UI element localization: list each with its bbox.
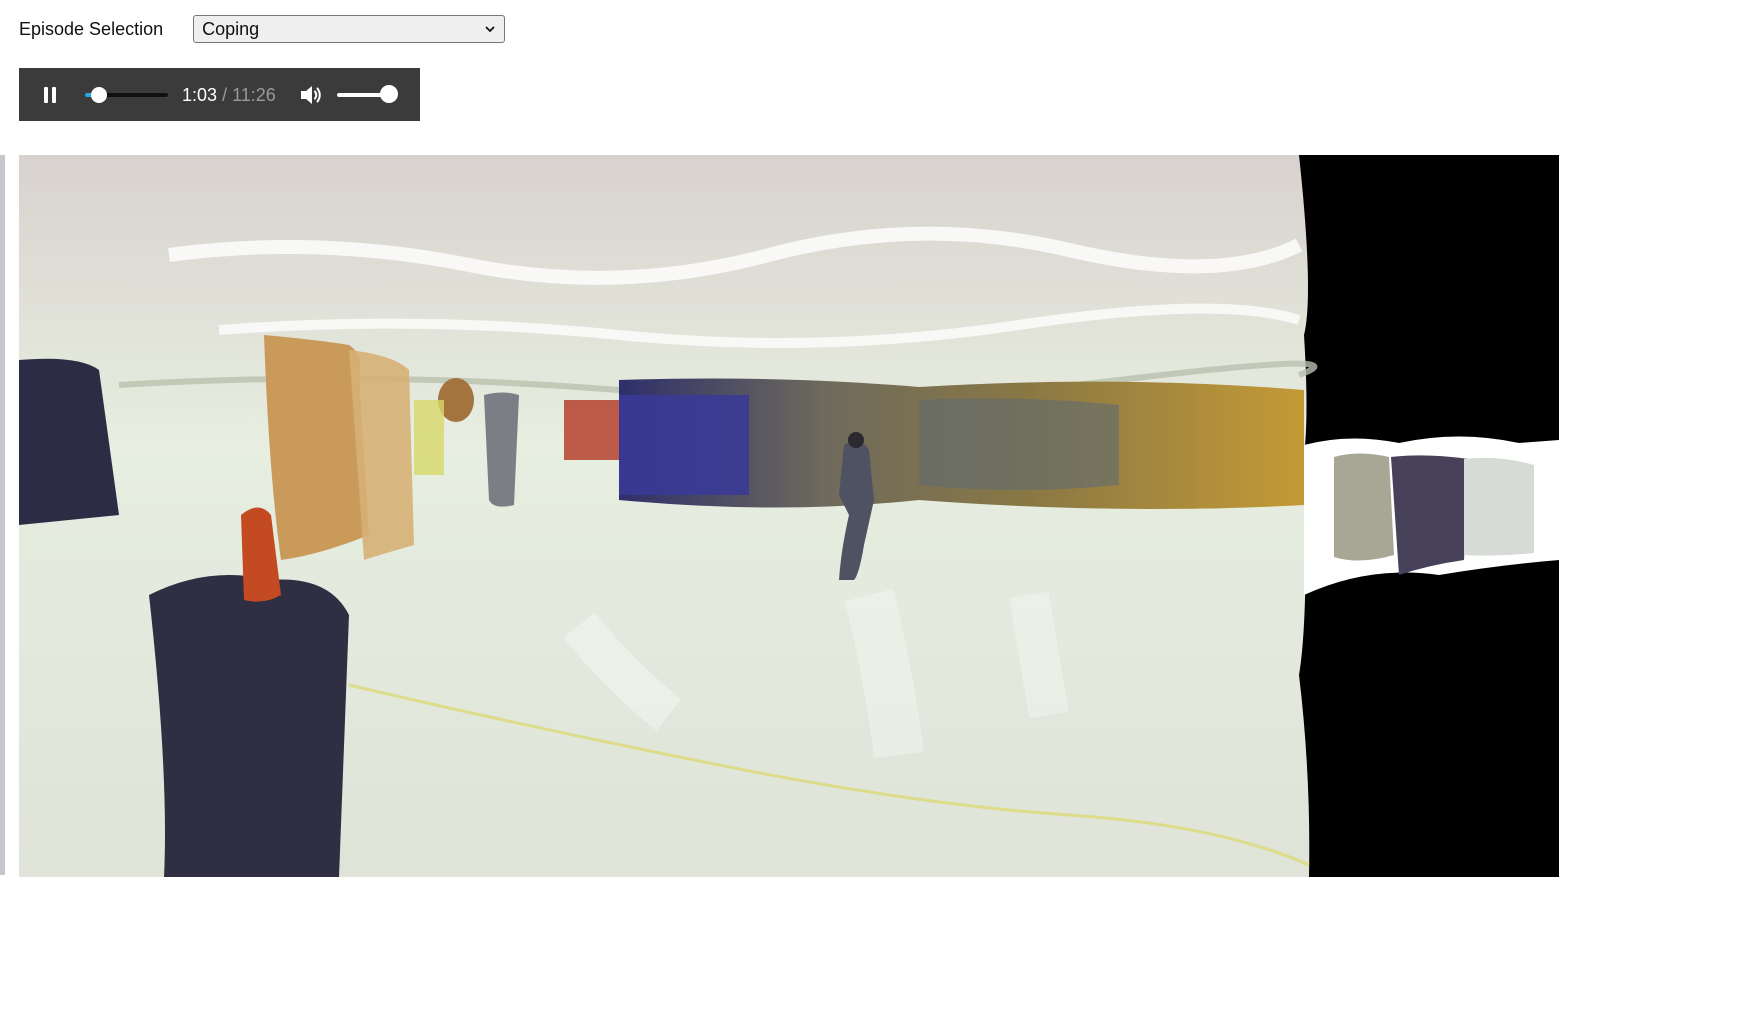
volume-handle[interactable]	[380, 85, 398, 103]
episode-select-value: Coping	[202, 18, 260, 39]
time-display: 1:03 / 11:26	[182, 85, 276, 106]
episode-selection-label: Episode Selection	[19, 18, 164, 39]
seek-handle[interactable]	[90, 87, 107, 103]
video-frame[interactable]	[19, 155, 1559, 877]
pause-icon[interactable]	[41, 86, 59, 104]
episode-select[interactable]: Coping	[193, 15, 506, 43]
time-separator: /	[222, 85, 228, 105]
video-image	[19, 155, 1559, 877]
media-player-controls: 1:03 / 11:26	[19, 68, 420, 121]
duration: 11:26	[232, 85, 276, 105]
current-time: 1:03	[182, 85, 218, 105]
seek-bar[interactable]	[85, 87, 168, 103]
chevron-down-icon	[485, 26, 495, 33]
left-edge-bar	[0, 155, 5, 875]
volume-icon[interactable]	[299, 83, 323, 107]
episode-selection-row: Episode Selection Coping	[19, 14, 506, 44]
volume-slider[interactable]	[337, 85, 398, 103]
